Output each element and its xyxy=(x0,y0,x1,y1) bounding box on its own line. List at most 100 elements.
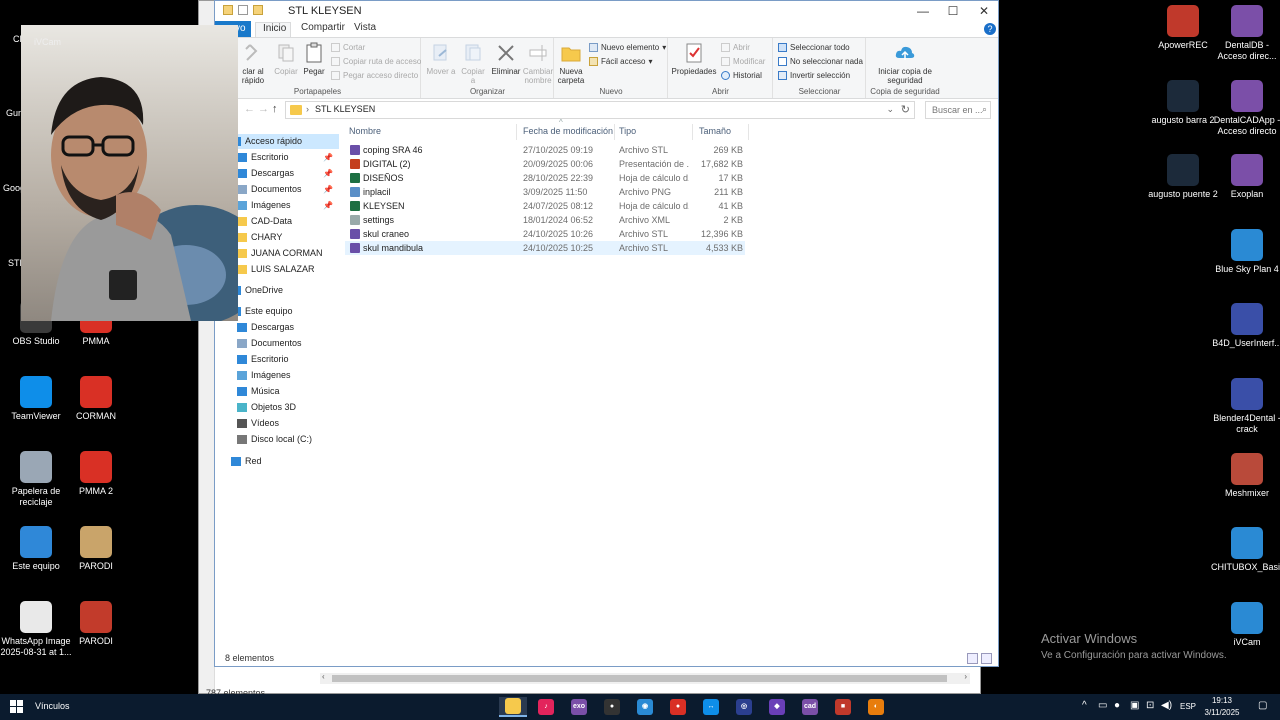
network-icon[interactable]: ⊡ xyxy=(1146,700,1154,711)
desktop-icon-exoplan[interactable]: Exoplan xyxy=(1211,154,1280,200)
forward-arrow-icon[interactable]: → xyxy=(258,103,269,115)
file-row[interactable]: settings 18/01/2024 06:52 Archivo XML 2 KB xyxy=(345,213,745,227)
tray-monitor-icon[interactable]: ▣ xyxy=(1130,700,1139,711)
select-none-button[interactable]: No seleccionar nada xyxy=(778,57,863,66)
desktop-icon-blender4dental-crack[interactable]: Blender4Dental - crack xyxy=(1211,378,1280,435)
desktop-icon-pmma-2[interactable]: PMMA 2 xyxy=(60,451,132,497)
large-icons-view-icon[interactable] xyxy=(981,653,992,664)
notifications-icon[interactable]: ▢ xyxy=(1258,700,1267,711)
desktop-icon-blue-sky-plan-4[interactable]: Blue Sky Plan 4 xyxy=(1211,229,1280,275)
paste-button[interactable]: Pegar xyxy=(301,42,327,76)
desktop-icon-dentaldb-acceso-direc[interactable]: DentalDB - Acceso direc... xyxy=(1211,5,1280,62)
move-to-button[interactable]: Mover a xyxy=(426,42,456,76)
pin-quick-access-button[interactable]: clar al rápido xyxy=(235,42,271,85)
nav-item-videos[interactable]: Vídeos xyxy=(215,416,339,431)
desktop-icon-augusto-puente-2[interactable]: augusto puente 2 xyxy=(1147,154,1219,200)
file-row[interactable]: inplacil 3/09/2025 11:50 Archivo PNG 211 KB xyxy=(345,185,745,199)
volume-icon[interactable]: ◀) xyxy=(1161,700,1172,711)
column-size[interactable]: Tamaño xyxy=(695,124,749,140)
breadcrumb-chevron-icon[interactable]: › xyxy=(306,104,309,114)
properties-button[interactable]: Propiedades xyxy=(671,42,717,76)
taskbar-app-file-explorer[interactable] xyxy=(499,697,527,717)
desktop-icon-chitubox-basic[interactable]: CHITUBOX_Basic xyxy=(1211,527,1280,573)
file-row[interactable]: DIGITAL (2) 20/09/2025 00:06 Presentación … xyxy=(345,157,745,171)
new-folder-button[interactable]: Nueva carpeta xyxy=(555,42,587,85)
nav-item-documentos[interactable]: Documentos xyxy=(215,336,339,351)
tray-device-icon[interactable]: ▭ xyxy=(1098,700,1107,711)
nav-item-imagenes[interactable]: Imágenes xyxy=(215,368,339,383)
microphone-icon[interactable]: ● xyxy=(1114,700,1120,711)
desktop-icon-parodi[interactable]: PARODI xyxy=(60,601,132,647)
horizontal-scrollbar[interactable]: ‹ › xyxy=(320,672,970,684)
copy-button[interactable]: Copiar xyxy=(271,42,301,76)
nav-item-red[interactable]: Red xyxy=(215,454,339,469)
scroll-left-icon[interactable]: ‹ xyxy=(322,672,325,681)
desktop-icon-dentalcadapp-acceso-directo[interactable]: DentalCADApp - Acceso directo xyxy=(1211,80,1280,137)
start-backup-button[interactable]: Iniciar copia de seguridad xyxy=(873,42,937,85)
copy-path-button[interactable]: Copiar ruta de acceso xyxy=(331,57,421,66)
cut-button[interactable]: Cortar xyxy=(331,43,365,52)
file-row[interactable]: DISEÑOS 28/10/2025 22:39 Hoja de cálculo d… xyxy=(345,171,745,185)
webcam-overlay[interactable]: iVCam xyxy=(21,25,238,321)
maximize-button[interactable]: ☐ xyxy=(937,1,969,21)
rename-button[interactable]: Cambiar nombre xyxy=(522,42,554,85)
address-bar[interactable]: › STL KLEYSEN ⌄ ↻ xyxy=(285,101,915,119)
back-arrow-icon[interactable]: ← xyxy=(244,103,255,115)
open-button[interactable]: Abrir xyxy=(721,43,750,52)
language-indicator[interactable]: ESP xyxy=(1180,702,1196,711)
new-item-button[interactable]: Nuevo elemento ▾ xyxy=(589,43,666,52)
column-name[interactable]: Nombre xyxy=(345,124,517,140)
pin-icon[interactable]: 📌 xyxy=(323,198,333,213)
taskbar-app-ivcam[interactable]: ◉ xyxy=(631,697,659,717)
desktop-icon-b4d-userinterf[interactable]: B4D_UserInterf... xyxy=(1211,303,1280,349)
pin-icon[interactable]: 📌 xyxy=(323,150,333,165)
taskbar-app-app-purple[interactable]: ◆ xyxy=(763,697,791,717)
select-all-button[interactable]: Seleccionar todo xyxy=(778,43,850,52)
taskbar-app-app-blue[interactable]: ◎ xyxy=(730,697,758,717)
scroll-right-icon[interactable]: › xyxy=(964,672,967,681)
explorer-window[interactable]: STL KLEYSEN — ☐ ✕ vo Inicio Compartir Vi… xyxy=(214,0,999,667)
desktop-icon-apowerrec[interactable]: ApowerREC xyxy=(1147,5,1219,51)
taskbar-app-tiktok[interactable]: ♪ xyxy=(532,697,560,717)
column-date[interactable]: Fecha de modificación xyxy=(519,124,615,140)
edit-button[interactable]: Modificar xyxy=(721,57,765,66)
taskbar-app-dentalcad[interactable]: cad xyxy=(796,697,824,717)
tab-inicio[interactable]: Inicio xyxy=(255,22,291,37)
desktop-icon-meshmixer[interactable]: Meshmixer xyxy=(1211,453,1280,499)
invert-selection-button[interactable]: Invertir selección xyxy=(778,71,850,80)
close-button[interactable]: ✕ xyxy=(968,1,1000,21)
new-folder-icon[interactable] xyxy=(253,5,263,15)
desktop-icon-augusto-barra-2[interactable]: augusto barra 2 xyxy=(1147,80,1219,126)
tab-vista[interactable]: Vista xyxy=(354,22,376,33)
nav-item-escritorio[interactable]: Escritorio xyxy=(215,352,339,367)
up-arrow-icon[interactable]: ↑ xyxy=(272,103,278,115)
nav-item-musica[interactable]: Música xyxy=(215,384,339,399)
scrollbar-thumb[interactable] xyxy=(332,675,947,682)
column-type[interactable]: Tipo xyxy=(615,124,693,140)
minimize-button[interactable]: — xyxy=(907,1,939,21)
desktop-icon-corman[interactable]: CORMAN xyxy=(60,376,132,422)
windows-start-icon[interactable] xyxy=(10,700,24,714)
properties-icon[interactable] xyxy=(238,5,248,15)
breadcrumb-path[interactable]: STL KLEYSEN xyxy=(315,104,375,114)
tray-chevron-icon[interactable]: ^ xyxy=(1082,700,1087,711)
nav-item-objetos-3d[interactable]: Objetos 3D xyxy=(215,400,339,415)
file-row[interactable]: skul mandibula 24/10/2025 10:25 Archivo ST… xyxy=(345,241,745,255)
nav-item-disco-local-c[interactable]: Disco local (C:) xyxy=(215,432,339,447)
search-input[interactable]: Buscar en ... ⌕ xyxy=(925,101,991,119)
clock[interactable]: 19:13 3/11/2025 xyxy=(1200,695,1244,719)
file-row[interactable]: KLEYSEN 24/07/2025 08:12 Hoja de cálculo d… xyxy=(345,199,745,213)
taskbar-app-exocad[interactable]: exo xyxy=(565,697,593,717)
details-view-icon[interactable] xyxy=(967,653,978,664)
help-icon[interactable]: ? xyxy=(984,23,996,35)
desktop-icon-parodi[interactable]: PARODI xyxy=(60,526,132,572)
taskbar-app-blender[interactable]: ◐ xyxy=(862,697,890,717)
copy-to-button[interactable]: Copiar a xyxy=(458,42,488,85)
file-row[interactable]: skul craneo 24/10/2025 10:26 Archivo STL 12… xyxy=(345,227,745,241)
taskbar-app-teamviewer[interactable]: ↔ xyxy=(697,697,725,717)
taskbar-app-obs[interactable]: ● xyxy=(598,697,626,717)
refresh-icon[interactable]: ↻ xyxy=(901,103,910,116)
delete-button[interactable]: Eliminar xyxy=(490,42,522,76)
chevron-down-icon[interactable]: ⌄ xyxy=(886,104,894,115)
title-bar[interactable]: STL KLEYSEN — ☐ ✕ xyxy=(215,1,998,21)
